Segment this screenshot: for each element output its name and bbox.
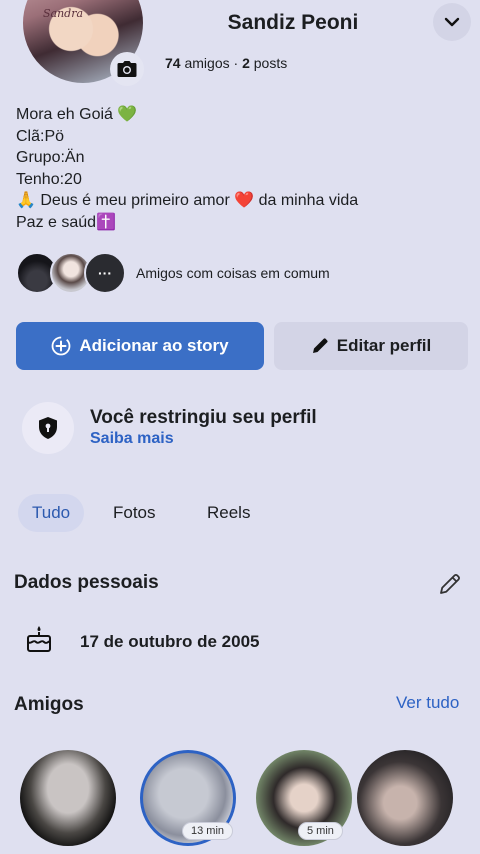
tab-photos[interactable]: Fotos bbox=[113, 494, 156, 532]
pencil-icon bbox=[312, 338, 328, 353]
mutual-friends-row[interactable]: ··· Amigos com coisas em comum bbox=[16, 252, 330, 294]
friends-count[interactable]: 74 bbox=[165, 55, 181, 71]
bio-line: Mora eh Goiá 💚 bbox=[16, 106, 138, 123]
shield-icon bbox=[39, 417, 57, 439]
edit-pencil-icon bbox=[440, 574, 460, 594]
add-story-button[interactable]: Adicionar ao story bbox=[16, 322, 264, 370]
profile-bio: Mora eh Goiá 💚 Clã:Pö Grupo:Än Tenho:20 … bbox=[16, 104, 358, 233]
camera-icon bbox=[117, 61, 137, 77]
personal-data-title: Dados pessoais bbox=[14, 572, 159, 593]
stats-separator: · bbox=[233, 55, 239, 71]
restriction-title: Você restringiu seu perfil bbox=[90, 407, 317, 428]
edit-profile-button[interactable]: Editar perfil bbox=[274, 322, 468, 370]
restriction-icon-container bbox=[22, 402, 74, 454]
tab-label: Fotos bbox=[113, 503, 156, 522]
bio-line: Paz e saúd✝️ bbox=[16, 213, 116, 231]
edit-personal-data-button[interactable] bbox=[438, 572, 462, 601]
chevron-down-icon bbox=[444, 17, 460, 27]
profile-stats: 74 amigos · 2 posts bbox=[165, 55, 287, 71]
posts-count: 2 bbox=[242, 55, 250, 71]
tab-label: Tudo bbox=[32, 503, 71, 522]
see-all-friends-link[interactable]: Ver tudo bbox=[396, 693, 459, 713]
friends-section-title: Amigos bbox=[14, 694, 84, 715]
more-mutual-avatar: ··· bbox=[84, 252, 126, 294]
edit-profile-label: Editar perfil bbox=[336, 336, 432, 355]
friends-label[interactable]: amigos bbox=[184, 55, 229, 71]
tab-reels[interactable]: Reels bbox=[207, 494, 250, 532]
profile-name: Sandiz Peoni bbox=[227, 11, 359, 34]
bio-line: Grupo:Än bbox=[16, 149, 85, 166]
account-switch-button[interactable] bbox=[433, 3, 471, 41]
active-time-badge: 5 min bbox=[298, 822, 343, 840]
posts-label: posts bbox=[253, 55, 288, 71]
tab-all[interactable]: Tudo bbox=[18, 494, 85, 532]
add-story-label: Adicionar ao story bbox=[79, 336, 229, 355]
profile-picture-caption: Sandra bbox=[43, 7, 84, 20]
friend-avatar[interactable] bbox=[357, 750, 453, 846]
tab-label: Reels bbox=[207, 503, 251, 522]
bio-line: Clã:Pö bbox=[16, 127, 65, 145]
birthday-text: 17 de outubro de 2005 bbox=[80, 632, 260, 651]
change-photo-button[interactable] bbox=[110, 52, 144, 86]
birthday-cake-icon bbox=[27, 626, 51, 652]
bio-line: 🙏 Deus é meu primeiro amor ❤️ da minha v… bbox=[16, 192, 359, 209]
mutual-friends-label: Amigos com coisas em comum bbox=[136, 265, 330, 281]
learn-more-link[interactable]: Saiba mais bbox=[90, 430, 174, 448]
bio-line: Tenho:20 bbox=[16, 170, 82, 188]
birthday-icon-container bbox=[24, 624, 54, 659]
active-time-badge: 13 min bbox=[182, 822, 234, 840]
friend-avatar[interactable] bbox=[20, 750, 116, 846]
add-story-icon bbox=[51, 336, 71, 356]
